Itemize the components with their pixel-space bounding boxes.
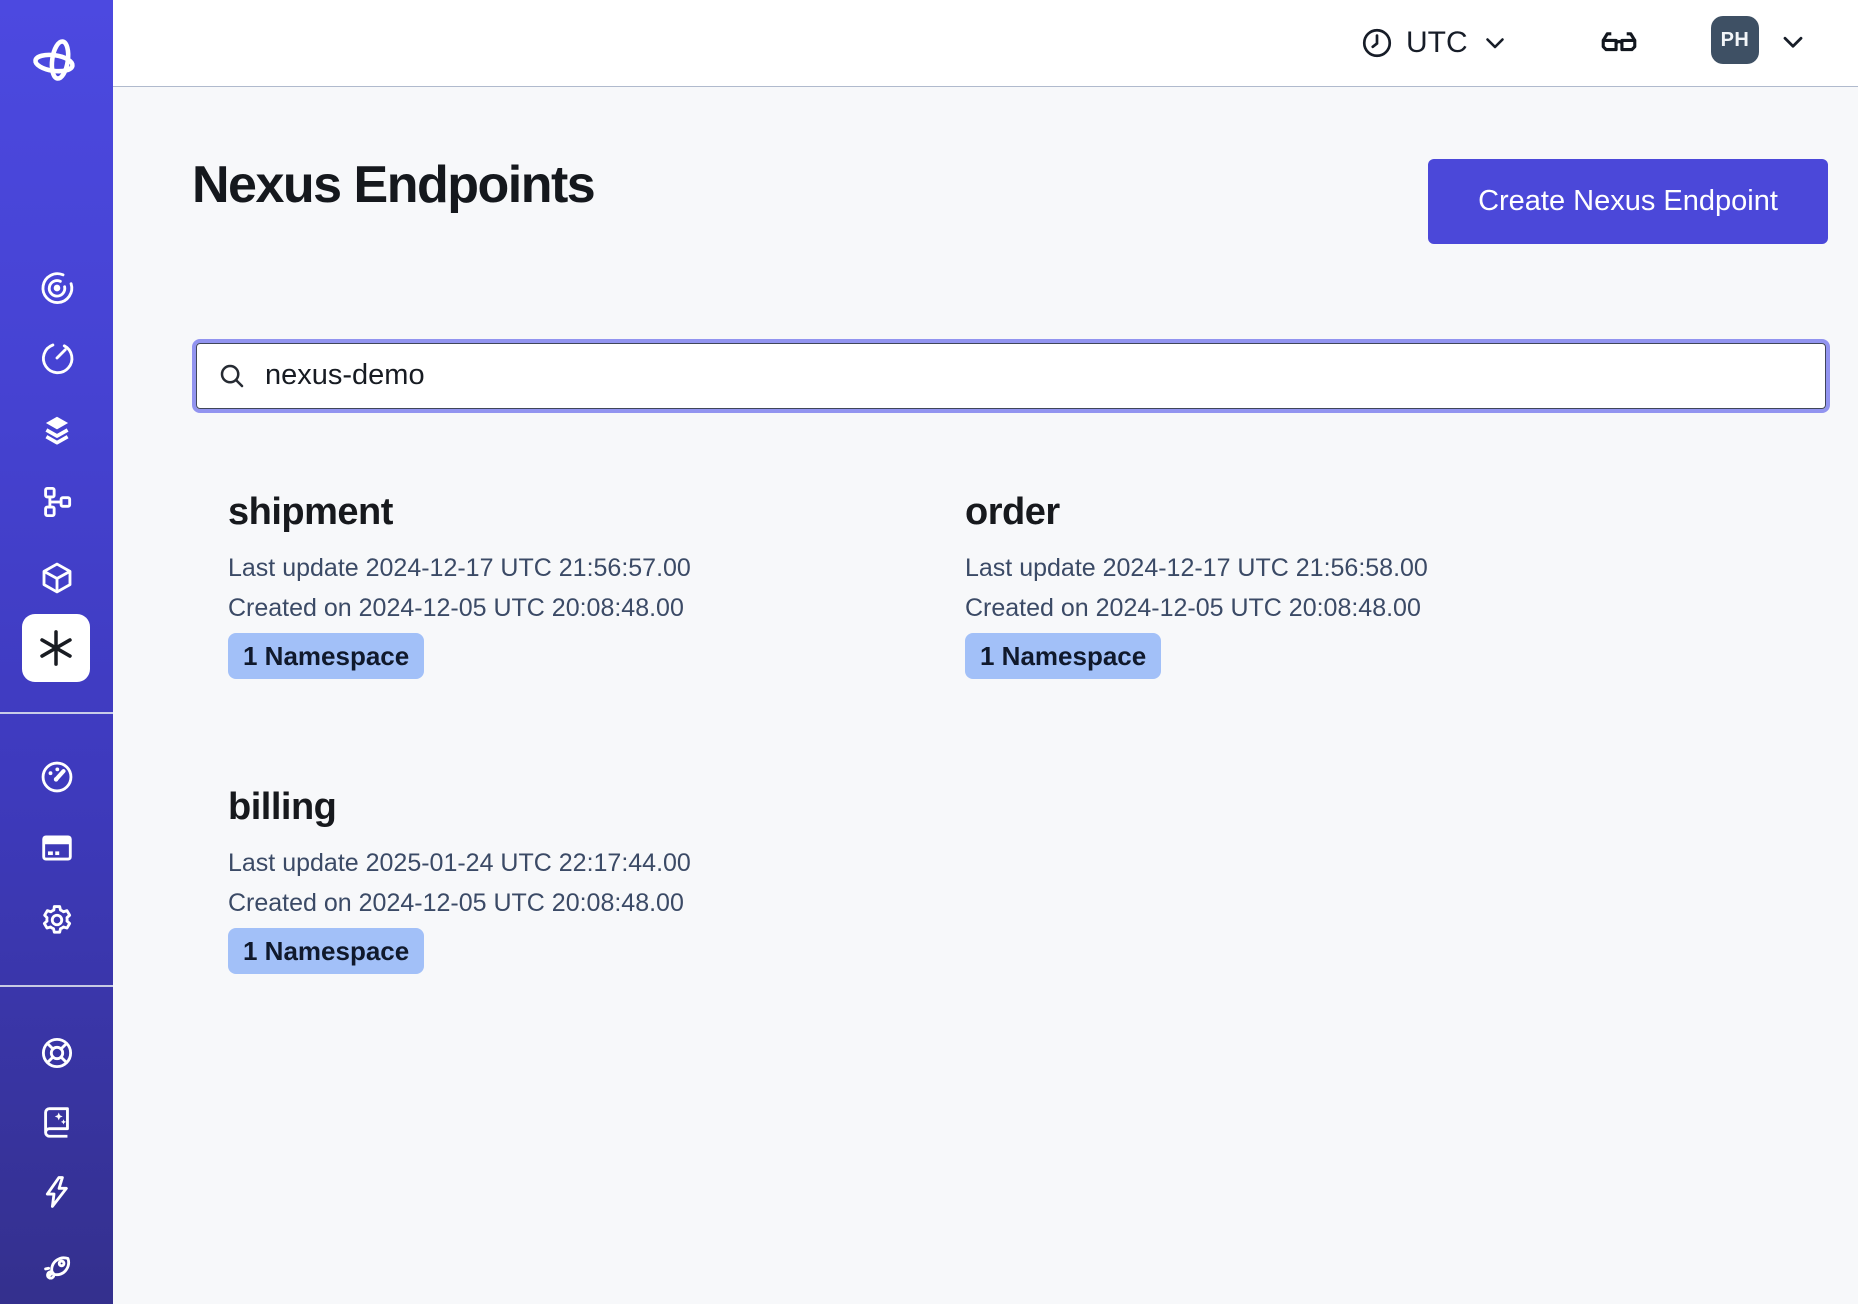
nav-support-icon[interactable] [0,1034,113,1072]
endpoint-last-update: Last update 2025-01-24 UTC 22:17:44.00 [228,843,965,883]
endpoint-card-billing[interactable]: billing Last update 2025-01-24 UTC 22:17… [228,783,965,974]
nav-docs-icon[interactable] [0,1103,113,1141]
chevron-down-icon [1777,26,1809,58]
search-input[interactable] [196,343,1826,409]
nav-schedules-icon[interactable] [0,339,113,377]
endpoint-created: Created on 2024-12-05 UTC 20:08:48.00 [228,883,965,923]
top-header: UTC PH [113,0,1858,87]
namespace-badge: 1 Namespace [228,633,424,679]
create-nexus-endpoint-button[interactable]: Create Nexus Endpoint [1428,159,1828,244]
sidebar-divider [0,985,113,987]
endpoint-card-shipment[interactable]: shipment Last update 2024-12-17 UTC 21:5… [228,488,965,679]
clock-icon [1360,26,1394,60]
endpoint-card-order[interactable]: order Last update 2024-12-17 UTC 21:56:5… [965,488,1702,679]
user-menu-button[interactable] [1777,26,1809,63]
glasses-icon [1597,21,1641,65]
nav-usage-icon[interactable] [0,758,113,796]
nexus-asterisk-icon [35,627,77,669]
nav-batch-operations-icon[interactable] [0,411,113,449]
nav-onboarding-rocket-icon[interactable] [0,1249,113,1287]
avatar-initials: PH [1721,29,1750,52]
chevron-down-icon [1480,28,1510,58]
main-content: Nexus Endpoints Create Nexus Endpoint sh… [113,89,1858,1304]
endpoint-last-update: Last update 2024-12-17 UTC 21:56:57.00 [228,548,965,588]
endpoint-last-update: Last update 2024-12-17 UTC 21:56:58.00 [965,548,1702,588]
nav-settings-icon[interactable] [0,901,113,939]
endpoint-name: shipment [228,488,965,536]
nav-deployments-icon[interactable] [0,559,113,597]
endpoint-name: billing [228,783,965,831]
search-box [192,339,1830,413]
user-avatar[interactable]: PH [1711,16,1759,64]
labs-glasses-button[interactable] [1597,21,1641,70]
nav-billing-icon[interactable] [0,829,113,867]
page-title: Nexus Endpoints [192,155,594,215]
timezone-selector[interactable]: UTC [1360,16,1510,70]
nav-nexus-active[interactable] [22,614,90,682]
nav-quickstart-icon[interactable] [0,1173,113,1211]
temporal-logo-icon[interactable] [0,34,113,86]
timezone-label: UTC [1406,26,1468,60]
endpoint-created: Created on 2024-12-05 UTC 20:08:48.00 [228,588,965,628]
nav-relationships-icon[interactable] [0,483,113,521]
endpoint-name: order [965,488,1702,536]
nav-workflows-icon[interactable] [0,269,113,307]
sidebar-divider [0,712,113,714]
sidebar [0,0,113,1304]
namespace-badge: 1 Namespace [228,928,424,974]
endpoint-created: Created on 2024-12-05 UTC 20:08:48.00 [965,588,1702,628]
namespace-badge: 1 Namespace [965,633,1161,679]
